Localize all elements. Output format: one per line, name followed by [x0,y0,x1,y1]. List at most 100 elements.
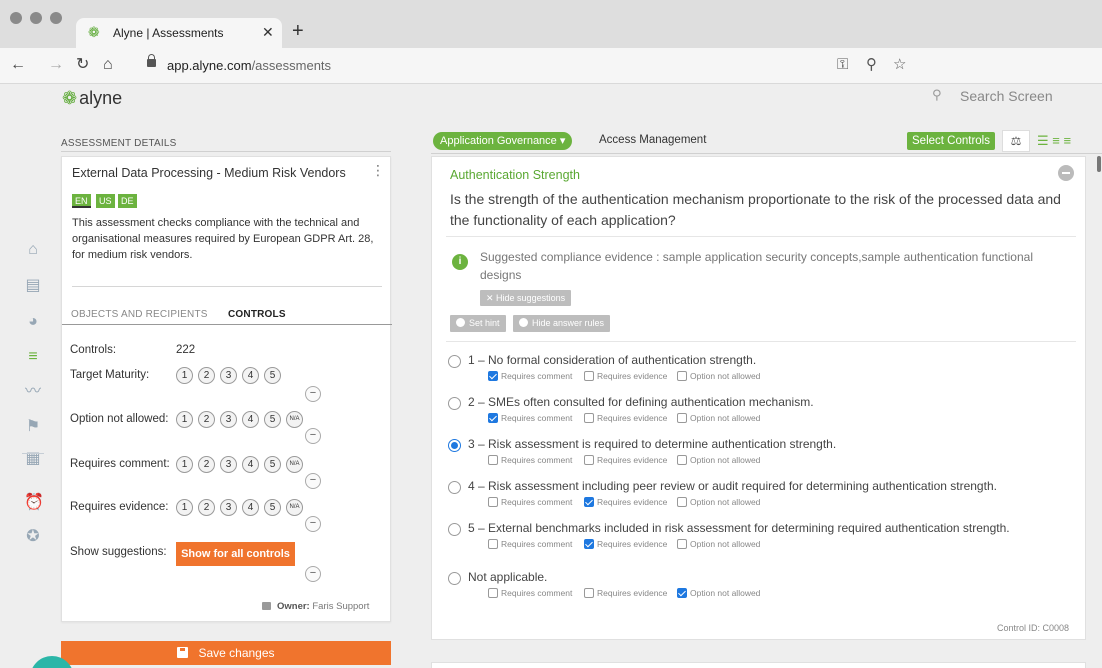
reload-icon[interactable]: ↻ [76,56,89,74]
hide-suggestions-button[interactable]: ✕ Hide suggestions [480,290,572,306]
requires-evidence-checkbox-4[interactable]: Requires evidence [584,497,667,507]
answer-option-4: 4 – Risk assessment including peer revie… [448,479,1068,515]
answer-radio-3[interactable] [448,439,461,452]
key-icon[interactable]: ⚿ [837,56,848,74]
search-placeholder: Search Screen [960,88,1053,104]
home-icon[interactable]: ⌂ [103,56,113,74]
pie-chart-icon[interactable]: ◕ [24,313,42,331]
list-view-icon[interactable]: ☰ ≡ ≡ [1037,131,1093,151]
alyne-logo-icon: ❁ [62,88,78,108]
requires-evidence-checkbox-5[interactable]: Requires evidence [584,539,667,549]
option-not-allowed-na[interactable]: N/A [286,411,303,428]
alarm-clock-icon[interactable]: ⏰ [24,494,44,512]
requires-comment-checkbox-4[interactable]: Requires comment [488,497,572,507]
language-tag-en[interactable]: EN [72,194,91,208]
requires-comment-1[interactable]: 1 [176,456,193,473]
set-hint-button[interactable]: Set hint [450,315,506,332]
requires-evidence-checkbox-2[interactable]: Requires evidence [584,413,667,423]
window-minimize-button[interactable] [30,12,42,24]
browser-tab[interactable]: ❁ Alyne | Assessments ✕ [76,18,282,48]
option-not-allowed-checkbox-5[interactable]: Option not allowed [677,539,760,549]
requires-comment-2[interactable]: 2 [198,456,215,473]
url-field[interactable]: app.alyne.com/assessments [167,58,331,73]
select-controls-button[interactable]: Select Controls [907,132,995,150]
option-not-allowed-5[interactable]: 5 [264,411,281,428]
target-maturity-1[interactable]: 1 [176,367,193,384]
requires-comment-checkbox-2[interactable]: Requires comment [488,413,572,423]
new-tab-icon[interactable]: + [292,21,304,41]
requires-evidence-4[interactable]: 4 [242,499,259,516]
rail-divider [22,453,44,454]
collapse-icon[interactable] [1058,165,1074,181]
forward-icon[interactable]: → [48,56,64,74]
alyne-logo[interactable]: ❁ alyne [62,88,122,109]
star-badge-icon[interactable]: ✪ [24,528,42,546]
scrollbar[interactable] [1097,156,1101,172]
option-not-allowed-2[interactable]: 2 [198,411,215,428]
requires-evidence-checkbox-na[interactable]: Requires evidence [584,588,667,598]
option-not-allowed-3[interactable]: 3 [220,411,237,428]
option-not-allowed-checkbox-1[interactable]: Option not allowed [677,371,760,381]
requires-evidence-1[interactable]: 1 [176,499,193,516]
requires-evidence-2[interactable]: 2 [198,499,215,516]
tab-controls[interactable]: CONTROLS [228,309,286,320]
option-not-allowed-remove-button[interactable]: − [305,428,321,444]
requires-comment-checkbox-3[interactable]: Requires comment [488,455,572,465]
option-not-allowed-checkbox-2[interactable]: Option not allowed [677,413,760,423]
target-maturity-label: Target Maturity: [70,369,150,381]
target-maturity-3[interactable]: 3 [220,367,237,384]
breadcrumb-access-management[interactable]: Access Management [599,134,706,146]
requires-comment-checkbox-na[interactable]: Requires comment [488,588,572,598]
language-tag-us[interactable]: US [96,194,115,208]
target-maturity-remove-button[interactable]: − [305,386,321,402]
search-input[interactable]: ⚲ Search Screen [930,86,1102,108]
more-options-icon[interactable]: ⋮ [371,163,385,177]
requires-evidence-checkbox-3[interactable]: Requires evidence [584,455,667,465]
answer-radio-not-applicable[interactable] [448,572,461,585]
flag-icon[interactable]: ⚑ [24,418,42,436]
requires-comment-4[interactable]: 4 [242,456,259,473]
hide-answer-rules-button[interactable]: Hide answer rules [513,315,611,332]
document-icon[interactable]: ▤ [24,277,42,295]
answer-radio-4[interactable] [448,481,461,494]
requires-evidence-na[interactable]: N/A [286,499,303,516]
answer-radio-2[interactable] [448,397,461,410]
trend-icon[interactable]: 〰 [24,383,42,401]
target-maturity-5[interactable]: 5 [264,367,281,384]
requires-comment-remove-button[interactable]: − [305,473,321,489]
option-not-allowed-checkbox-3[interactable]: Option not allowed [677,455,760,465]
requires-comment-checkbox-5[interactable]: Requires comment [488,539,572,549]
option-not-allowed-4[interactable]: 4 [242,411,259,428]
answer-text-3: 3 – Risk assessment is required to deter… [468,437,837,451]
back-icon[interactable]: ← [10,56,26,74]
checklist-icon[interactable]: ≡ [24,348,42,366]
close-tab-icon[interactable]: ✕ [262,24,274,41]
requires-evidence-5[interactable]: 5 [264,499,281,516]
requires-comment-checkbox-1[interactable]: Requires comment [488,371,572,381]
option-not-allowed-checkbox-4[interactable]: Option not allowed [677,497,760,507]
save-changes-button[interactable]: Save changes [61,641,391,665]
bookmark-star-icon[interactable]: ☆ [893,56,906,74]
requires-evidence-remove-button[interactable]: − [305,516,321,532]
option-not-allowed-checkbox-na[interactable]: Option not allowed [677,588,760,598]
breadcrumb-application-governance[interactable]: Application Governance ▾ [433,132,573,150]
window-zoom-button[interactable] [50,12,62,24]
requires-comment-3[interactable]: 3 [220,456,237,473]
target-maturity-4[interactable]: 4 [242,367,259,384]
gavel-icon[interactable]: ⚖ [1002,130,1030,152]
window-close-button[interactable] [10,12,22,24]
show-suggestions-remove-button[interactable]: − [305,566,321,582]
home-icon[interactable]: ⌂ [24,241,42,259]
option-not-allowed-1[interactable]: 1 [176,411,193,428]
answer-radio-5[interactable] [448,523,461,536]
answer-radio-1[interactable] [448,355,461,368]
target-maturity-2[interactable]: 2 [198,367,215,384]
requires-comment-na[interactable]: N/A [286,456,303,473]
zoom-icon[interactable]: ⚲ [866,56,877,74]
requires-evidence-checkbox-1[interactable]: Requires evidence [584,371,667,381]
show-for-all-controls-button[interactable]: Show for all controls [176,542,295,566]
tab-objects-and-recipients[interactable]: OBJECTS AND RECIPIENTS [71,309,208,320]
language-tag-de[interactable]: DE [118,194,137,208]
requires-evidence-3[interactable]: 3 [220,499,237,516]
requires-comment-5[interactable]: 5 [264,456,281,473]
